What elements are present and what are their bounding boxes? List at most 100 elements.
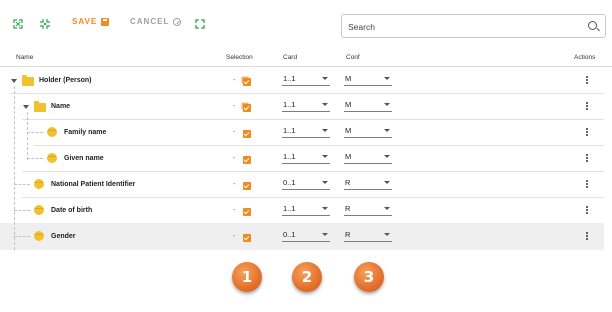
conf-select[interactable]: M (344, 125, 392, 138)
selection-checkbox[interactable] (243, 208, 251, 216)
table-row-holder[interactable]: Holder (Person) - 1..1 M (0, 67, 604, 93)
cancel-label: CANCEL (130, 17, 170, 26)
selection-dash: - (233, 233, 236, 240)
row-label: Holder (Person) (39, 77, 92, 84)
save-label: SAVE (72, 17, 98, 26)
fullscreen-icon[interactable] (195, 19, 205, 29)
selection-checkbox[interactable] (243, 78, 251, 86)
selection-checkbox[interactable] (243, 182, 251, 190)
card-select[interactable]: 1..1 (282, 99, 330, 112)
dropdown-arrow-icon (322, 155, 328, 158)
dropdown-arrow-icon (384, 207, 390, 210)
cancel-button[interactable]: CANCEL (130, 17, 182, 26)
collapse-caret-icon[interactable] (23, 105, 29, 109)
dropdown-arrow-icon (322, 233, 328, 236)
search-icon[interactable] (588, 21, 597, 30)
conf-select[interactable]: R (344, 177, 392, 190)
save-button[interactable]: SAVE (72, 17, 110, 26)
conf-select[interactable]: M (344, 73, 392, 86)
dropdown-arrow-icon (322, 129, 328, 132)
table-row-gender[interactable]: Gender - 0..1 R (0, 223, 604, 250)
search-placeholder: Search (348, 22, 375, 32)
card-value: 1..1 (283, 126, 296, 135)
more-actions-icon[interactable] (586, 157, 588, 159)
table-row-name[interactable]: Name - 1..1 M (0, 93, 604, 119)
card-select[interactable]: 1..1 (282, 125, 330, 138)
table-row-family-name[interactable]: Family name - 1..1 M (0, 119, 604, 145)
card-value: 1..1 (283, 204, 296, 213)
row-label: Family name (64, 129, 107, 136)
column-header-selection[interactable]: Selection (226, 54, 253, 61)
conf-value: M (345, 152, 352, 161)
search-input[interactable]: Search (341, 14, 606, 38)
tree-guide-line (14, 86, 15, 250)
tree-guide-line (27, 112, 28, 160)
column-header-conf[interactable]: Conf (346, 54, 360, 61)
card-select[interactable]: 1..1 (282, 73, 330, 86)
dropdown-arrow-icon (322, 181, 328, 184)
more-actions-icon[interactable] (586, 131, 588, 133)
conf-value: M (345, 126, 352, 135)
conf-value: M (345, 100, 352, 109)
dropdown-arrow-icon (384, 129, 390, 132)
conf-select[interactable]: M (344, 99, 392, 112)
card-select[interactable]: 1..1 (282, 203, 330, 216)
row-label: Gender (51, 233, 76, 240)
conf-select[interactable]: M (344, 151, 392, 164)
conf-select[interactable]: R (344, 203, 392, 216)
selection-checkbox[interactable] (243, 130, 251, 138)
callout-badge-3: 3 (354, 262, 384, 292)
tree-guide-line (27, 158, 43, 159)
collapse-caret-icon[interactable] (11, 79, 17, 83)
folder-icon (34, 101, 46, 112)
table-row-given-name[interactable]: Given name - 1..1 M (0, 145, 604, 171)
conf-value: M (345, 74, 352, 83)
conf-value: R (345, 178, 351, 187)
callout-badge-1: 1 (232, 262, 262, 292)
folder-icon (22, 75, 34, 86)
element-icon (47, 127, 57, 137)
row-label: Name (51, 103, 71, 110)
dropdown-arrow-icon (322, 207, 328, 210)
table-row-date-of-birth[interactable]: Date of birth - 1..1 R (0, 197, 604, 223)
card-select[interactable]: 0..1 (282, 177, 330, 190)
more-actions-icon[interactable] (586, 183, 588, 185)
card-value: 1..1 (283, 100, 296, 109)
selection-dash: - (233, 103, 236, 110)
table-row-national-patient-identifier[interactable]: National Patient Identifier - 0..1 R (0, 171, 604, 197)
selection-dash: - (233, 129, 236, 136)
selection-checkbox[interactable] (243, 156, 251, 164)
selection-checkbox[interactable] (243, 234, 251, 242)
collapse-all-icon[interactable] (40, 19, 50, 29)
dropdown-arrow-icon (322, 103, 328, 106)
dropdown-arrow-icon (322, 77, 328, 80)
card-select[interactable]: 0..1 (282, 229, 330, 242)
dropdown-arrow-icon (384, 233, 390, 236)
expand-all-icon[interactable] (13, 19, 23, 29)
tree-guide-line (14, 236, 30, 237)
card-value: 0..1 (283, 230, 296, 239)
more-actions-icon[interactable] (586, 79, 588, 81)
selection-dash: - (233, 181, 236, 188)
selection-dash: - (233, 77, 236, 84)
selection-dash: - (233, 155, 236, 162)
column-header-actions[interactable]: Actions (574, 54, 595, 61)
dropdown-arrow-icon (384, 181, 390, 184)
dropdown-arrow-icon (384, 103, 390, 106)
tree-guide-line (27, 132, 43, 133)
selection-checkbox[interactable] (243, 104, 251, 112)
element-icon (34, 179, 44, 189)
card-select[interactable]: 1..1 (282, 151, 330, 164)
element-icon (47, 153, 57, 163)
callout-badge-2: 2 (292, 262, 322, 292)
element-icon (34, 231, 44, 241)
more-actions-icon[interactable] (586, 105, 588, 107)
card-value: 1..1 (283, 152, 296, 161)
column-header-card[interactable]: Card (283, 54, 297, 61)
card-value: 1..1 (283, 74, 296, 83)
more-actions-icon[interactable] (586, 209, 588, 211)
conf-select[interactable]: R (344, 229, 392, 242)
column-header-name[interactable]: Name (16, 54, 33, 61)
more-actions-icon[interactable] (586, 235, 588, 237)
cancel-icon (173, 17, 182, 26)
